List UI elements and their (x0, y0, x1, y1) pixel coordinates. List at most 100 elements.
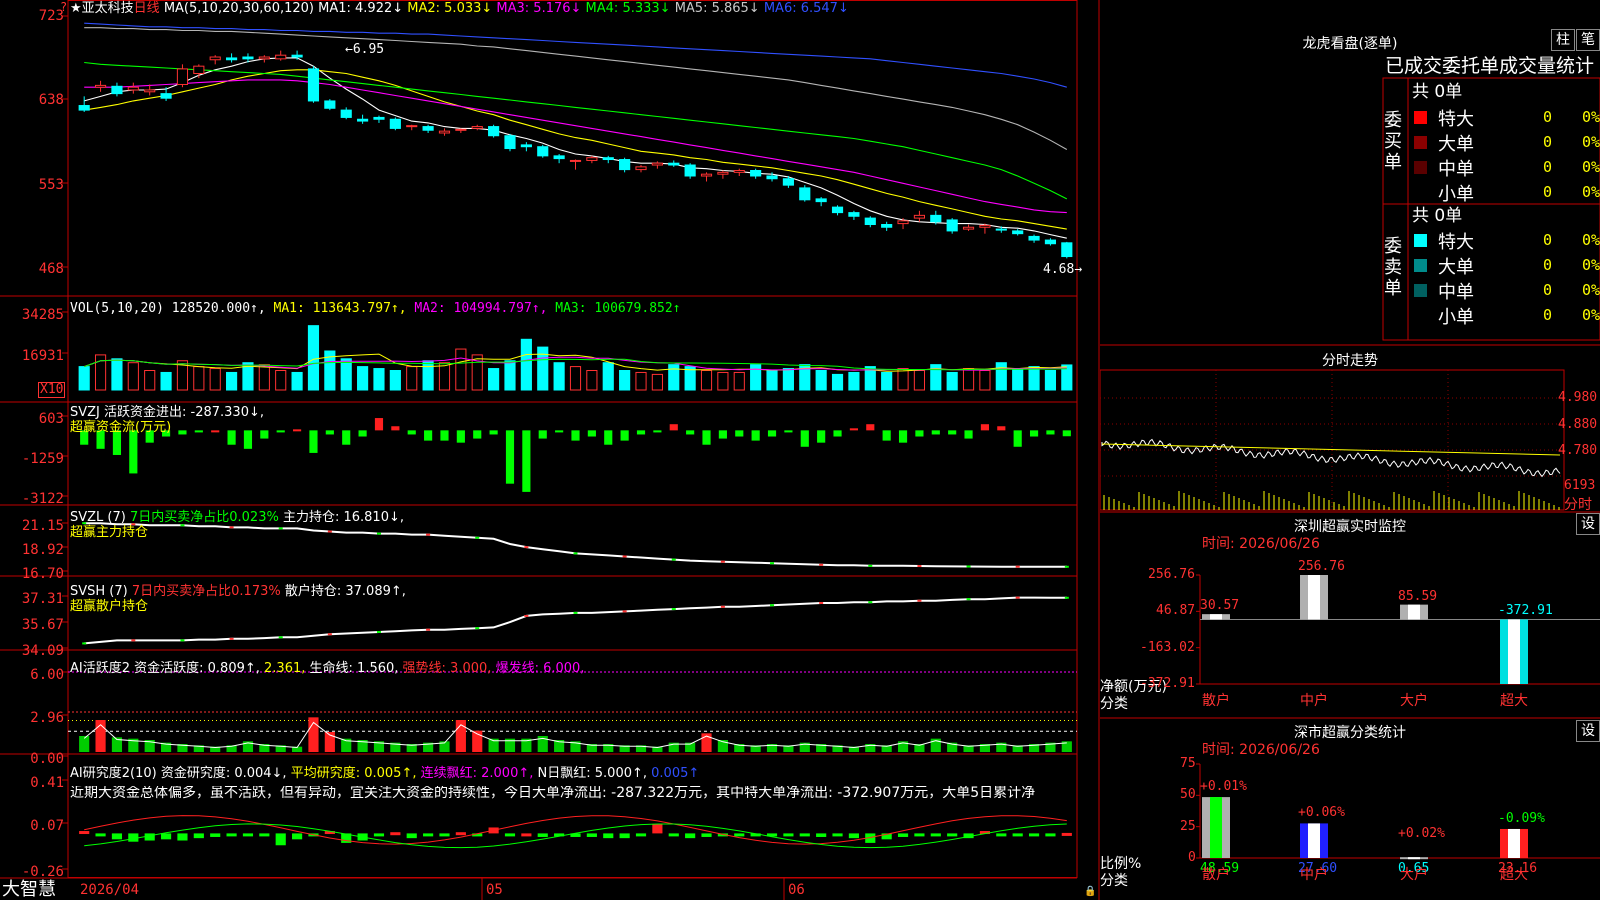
order-percent: 0% (1581, 256, 1600, 274)
fund-flow-bar (735, 430, 744, 437)
fund-flow-bar (489, 430, 498, 435)
sz-class-settings-button[interactable]: 设 (1576, 720, 1600, 742)
fund-flow-bar (866, 424, 875, 431)
fund-flow-bar (129, 430, 138, 474)
candle-body (307, 68, 320, 102)
fund-flow-bar (505, 430, 515, 484)
candle-body (226, 57, 238, 61)
fund-flow-bar (1013, 430, 1022, 447)
fund-flow-bar (980, 424, 990, 431)
main-holding-line-marker (376, 532, 381, 535)
fund-flow-bar (636, 430, 646, 435)
fund-flow-bar (686, 430, 695, 435)
volume-bar (291, 371, 303, 391)
candle-body (930, 214, 942, 223)
ai-research-header: AI研究度2(10) 资金研究度: 0.004↓, 平均研究度: 0.005↑,… (70, 766, 700, 781)
bar-mode-button[interactable]: 柱 (1551, 29, 1575, 51)
category-label: 中户 (1300, 867, 1328, 883)
candle-body (979, 224, 991, 228)
candle-body (733, 170, 745, 173)
main-chart-svg[interactable] (0, 0, 1100, 900)
volume-value: 128520.000↑, (171, 301, 266, 316)
svzj-tick: 603 (38, 411, 64, 427)
volume-unit-badge[interactable]: X10 (38, 382, 66, 398)
svsh-tick: 34.09 (21, 643, 64, 659)
bar-chart-tick: 46.87 (1156, 603, 1196, 619)
order-count: 0 (1542, 133, 1552, 151)
fund-flow-bar (538, 430, 547, 439)
candle-header: ★亚太科技日线 MA(5,10,20,30,60,120) MA1: 4.922… (70, 1, 849, 16)
ma-line-MA4 (84, 61, 1068, 200)
retail-holding-line-marker (229, 637, 234, 640)
price-tick: 468 (38, 261, 64, 277)
color-swatch (1414, 111, 1427, 124)
volume-bar (160, 371, 172, 391)
research-bar (226, 833, 237, 837)
retail-holding-line-marker (82, 642, 87, 645)
sz-monitor-settings-button[interactable]: 设 (1576, 513, 1600, 535)
volume-bar (504, 360, 516, 391)
research-bar (455, 832, 466, 836)
fund-flow-bar (1062, 430, 1071, 437)
research-bar (635, 833, 647, 837)
volume-bar (127, 362, 139, 391)
svzl-tick: 16.70 (21, 566, 64, 582)
research-bar (423, 833, 434, 837)
intraday-tick: 4.780 (1558, 443, 1598, 458)
volume-bar (586, 370, 598, 391)
volume-bar (275, 370, 287, 391)
volume-bar (782, 368, 794, 391)
category-change-label: -0.09% (1498, 810, 1545, 826)
research-bar (439, 833, 450, 837)
research-bar (537, 833, 548, 837)
main-holding-line-marker (229, 526, 234, 529)
ma-value-4: MA4: 5.333↓ (581, 1, 671, 16)
candle-body (946, 219, 958, 232)
category-label: 散户 (1202, 693, 1230, 709)
candle-body (537, 146, 549, 157)
svzl-header: SVZL (7) 7日内买卖净占比0.023% 主力持仓: 16.810↓, (70, 510, 404, 525)
fund-flow-bar (276, 430, 285, 433)
period-label[interactable]: 日线 (134, 1, 160, 16)
x-axis-label: 05 (486, 882, 503, 898)
volume-header: VOL(5,10,20) 128520.000↑, MA1: 113643.79… (70, 301, 681, 316)
fund-flow-bar (456, 430, 465, 443)
research-line-red (84, 815, 1067, 845)
research-bar (193, 833, 204, 839)
sz-class-time: 时间: 2026/06/26 (1202, 742, 1320, 758)
ai-research-tick: 0.41 (30, 775, 64, 791)
intraday-vol-label: 分时 (1564, 497, 1592, 513)
candle-body (635, 166, 647, 171)
main-chart-area[interactable]: ★亚太科技日线 MA(5,10,20,30,60,120) MA1: 4.922… (0, 0, 1100, 900)
fund-flow-bar (211, 430, 220, 433)
category-label: 散户 (1202, 867, 1230, 883)
volume-bar (258, 364, 270, 391)
fund-flow-bar (784, 430, 793, 433)
category-value-label: 30.57 (1200, 598, 1240, 614)
category-bar (1202, 614, 1230, 620)
research-bar (668, 833, 679, 837)
category-label: 超大 (1500, 867, 1528, 883)
candle-body (1061, 242, 1073, 258)
volume-bar (389, 370, 401, 391)
fund-flow-bar (243, 430, 253, 449)
fund-flow-bar (767, 430, 777, 437)
category-value-label: 85.59 (1398, 588, 1438, 604)
brand-logo[interactable]: 大智慧 (2, 880, 56, 900)
lock-icon[interactable]: 🔒 (1084, 884, 1096, 899)
order-percent: 0% (1581, 133, 1600, 151)
order-count: 0 (1542, 183, 1552, 201)
candle-body (94, 84, 107, 88)
research-bar (521, 833, 532, 837)
order-count: 0 (1542, 281, 1552, 299)
candle-body (1044, 239, 1057, 245)
retail-holding-line-marker (671, 608, 676, 611)
research-bar (79, 831, 90, 835)
category-label: 中户 (1300, 693, 1328, 709)
retail-holding-line-marker (770, 604, 775, 607)
candle-body (193, 65, 205, 74)
tick-mode-button[interactable]: 笔 (1576, 29, 1600, 51)
intraday-avg-line (1101, 443, 1561, 456)
bar-chart-tick: 0 (1188, 850, 1196, 865)
volume-ma-values: MA1: 113643.797↑, MA2: 104994.797↑, MA3:… (274, 301, 681, 316)
